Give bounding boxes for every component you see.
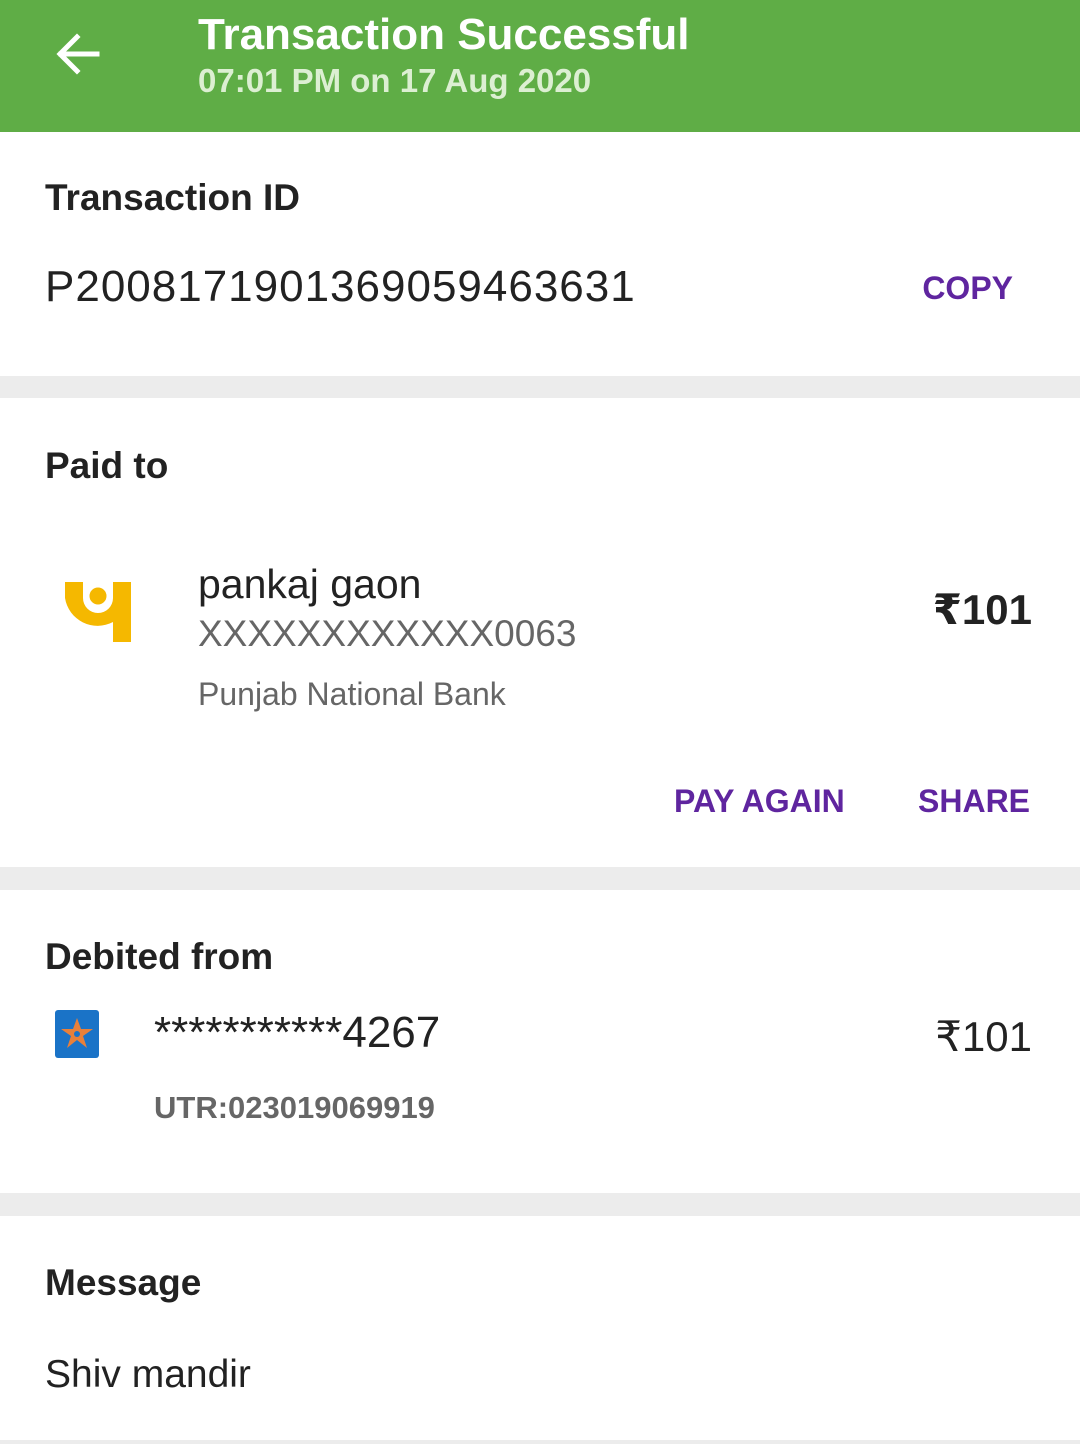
debited-from-label: Debited from bbox=[45, 936, 274, 977]
back-button[interactable] bbox=[48, 24, 108, 84]
message-label: Message bbox=[45, 1262, 202, 1303]
debited-from-card: Debited from ***********4267 ₹101 UTR:02… bbox=[0, 890, 1080, 1193]
payee-bank-name: Punjab National Bank bbox=[198, 676, 506, 712]
page-title: Transaction Successful bbox=[198, 10, 690, 59]
payee-account-number: XXXXXXXXXXXX0063 bbox=[198, 613, 577, 654]
arrow-left-icon bbox=[56, 33, 100, 75]
payee-name: pankaj gaon bbox=[198, 561, 422, 607]
paid-amount: ₹101 bbox=[932, 586, 1032, 633]
paid-to-card: Paid to pankaj gaon XXXXXXXXXXXX0063 Pun… bbox=[0, 398, 1080, 867]
transaction-id-value: P2008171901369059463631 bbox=[45, 262, 636, 311]
debited-amount: ₹101 bbox=[935, 1013, 1032, 1060]
transaction-id-card: Transaction ID P2008171901369059463631 C… bbox=[0, 132, 1080, 376]
bank-logo-icon bbox=[55, 1010, 99, 1058]
transaction-id-label: Transaction ID bbox=[45, 177, 300, 218]
copy-button[interactable]: COPY bbox=[922, 270, 1013, 307]
message-text: Shiv mandir bbox=[45, 1353, 251, 1396]
transaction-timestamp: 07:01 PM on 17 Aug 2020 bbox=[198, 62, 592, 99]
pay-again-button[interactable]: PAY AGAIN bbox=[674, 783, 845, 820]
pnb-logo-icon bbox=[65, 582, 131, 642]
paid-to-label: Paid to bbox=[45, 445, 169, 486]
message-card: Message Shiv mandir bbox=[0, 1216, 1080, 1440]
debited-account-number: ***********4267 bbox=[154, 1008, 441, 1057]
utr-number: UTR:023019069919 bbox=[154, 1090, 435, 1125]
app-header: Transaction Successful 07:01 PM on 17 Au… bbox=[0, 0, 1080, 132]
share-button[interactable]: SHARE bbox=[918, 783, 1030, 820]
